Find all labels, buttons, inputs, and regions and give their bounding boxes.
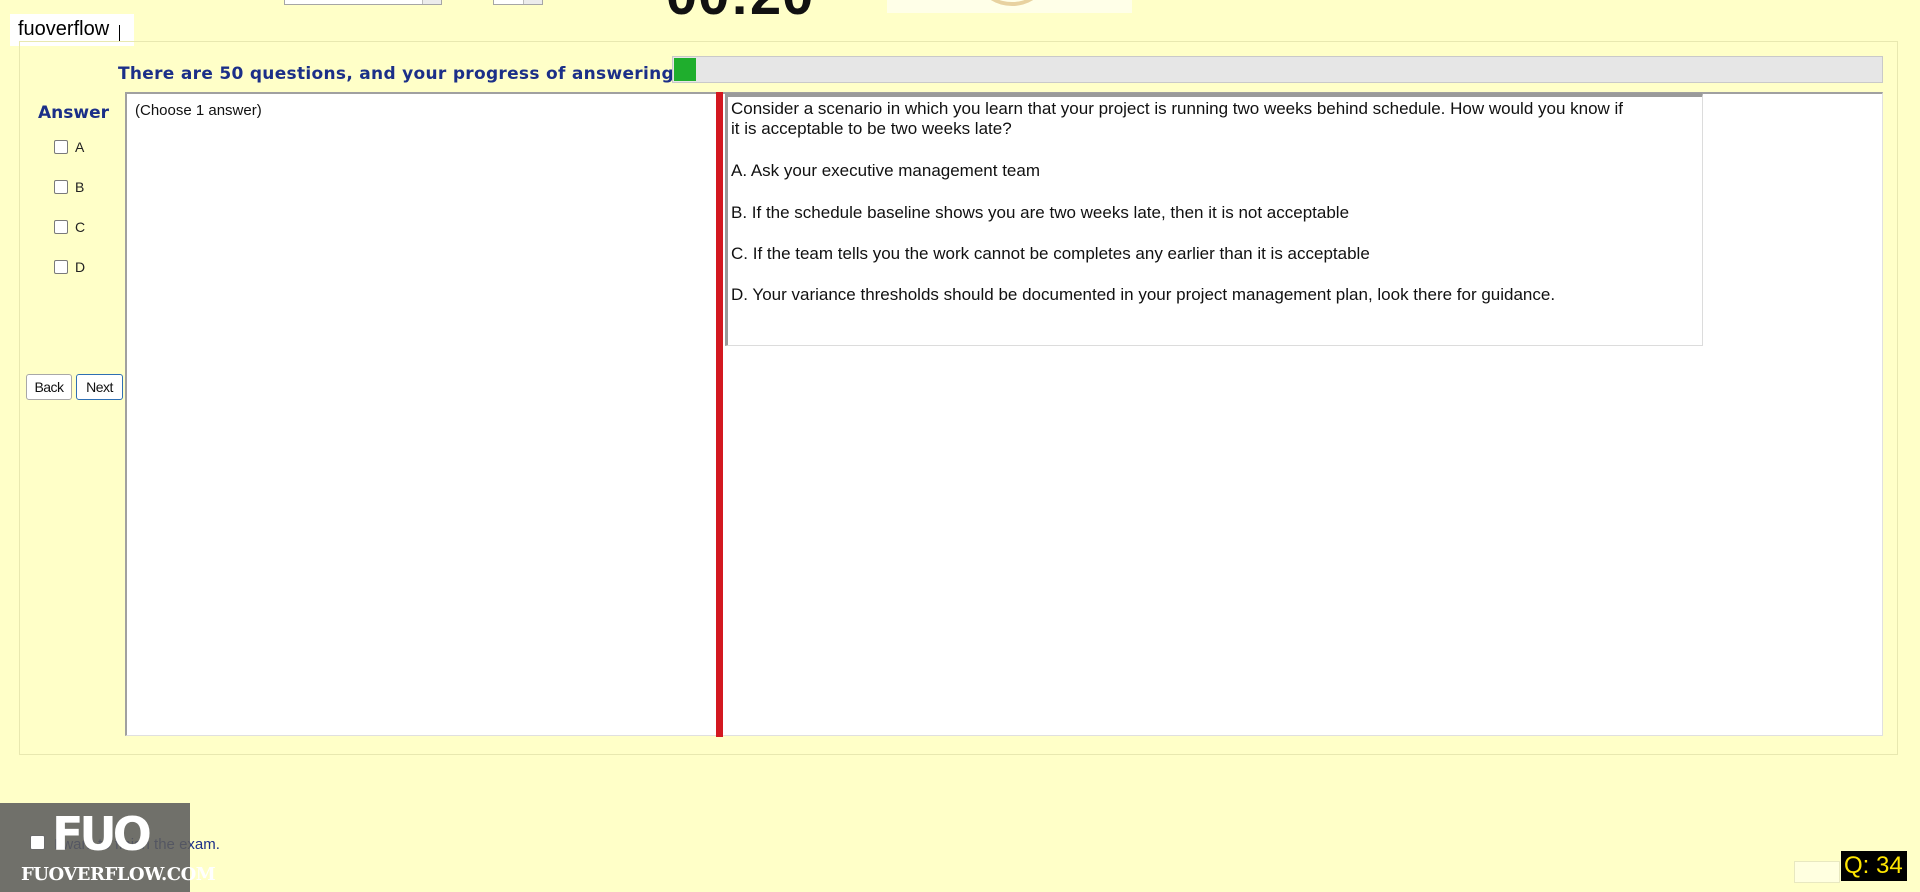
progress-text: There are 50 questions, and your progres… bbox=[118, 64, 697, 84]
logo-text: FUOVERFLOW.COM bbox=[21, 864, 216, 885]
question-jump-input[interactable] bbox=[1794, 861, 1840, 883]
answer-option-label: C bbox=[75, 219, 86, 235]
question-choice-c: C. If the team tells you the work cannot… bbox=[731, 244, 1370, 263]
answer-option-b[interactable]: B bbox=[54, 179, 84, 195]
progress-fill bbox=[674, 58, 696, 81]
question-number-badge: Q: 34 bbox=[1841, 851, 1907, 881]
decorative-arc-icon bbox=[983, 0, 1041, 6]
finish-exam-checkbox[interactable] bbox=[30, 835, 45, 850]
top-small-dropdown[interactable] bbox=[493, 0, 543, 5]
text-caret bbox=[119, 25, 121, 41]
answer-title: Answer bbox=[38, 103, 109, 123]
answer-option-label: B bbox=[75, 179, 85, 195]
brand-text: fuoverflow bbox=[18, 18, 110, 40]
answer-checkbox-d[interactable] bbox=[54, 260, 68, 274]
logo-mark: FUO bbox=[52, 807, 152, 861]
answer-checkbox-c[interactable] bbox=[54, 220, 68, 234]
answer-option-c[interactable]: C bbox=[54, 219, 85, 235]
answer-option-label: D bbox=[75, 259, 86, 275]
small-dropdown-arrow[interactable] bbox=[523, 0, 542, 4]
question-choice-d: D. Your variance thresholds should be do… bbox=[731, 285, 1556, 304]
answer-option-label: A bbox=[75, 139, 85, 155]
watermark-logo: FUO FUOVERFLOW.COM bbox=[0, 803, 216, 892]
next-button[interactable]: Next bbox=[76, 374, 123, 400]
answer-option-a[interactable]: A bbox=[54, 139, 84, 155]
exam-timer: 00:20 bbox=[666, 0, 814, 27]
top-dropdown[interactable] bbox=[284, 0, 442, 5]
dropdown-arrow[interactable] bbox=[422, 0, 441, 4]
answer-option-d[interactable]: D bbox=[54, 259, 85, 275]
pane-splitter[interactable] bbox=[716, 92, 723, 737]
answer-checkbox-b[interactable] bbox=[54, 180, 68, 194]
question-choice-b: B. If the schedule baseline shows you ar… bbox=[731, 203, 1350, 222]
top-right-panel bbox=[887, 0, 1132, 13]
question-text: Consider a scenario in which you learn t… bbox=[731, 99, 1624, 138]
progress-bar bbox=[672, 56, 1883, 83]
answer-checkbox-a[interactable] bbox=[54, 140, 68, 154]
back-button[interactable]: Back bbox=[26, 374, 72, 400]
question-choice-a: A. Ask your executive management team bbox=[731, 161, 1040, 180]
choose-hint: (Choose 1 answer) bbox=[135, 102, 262, 119]
